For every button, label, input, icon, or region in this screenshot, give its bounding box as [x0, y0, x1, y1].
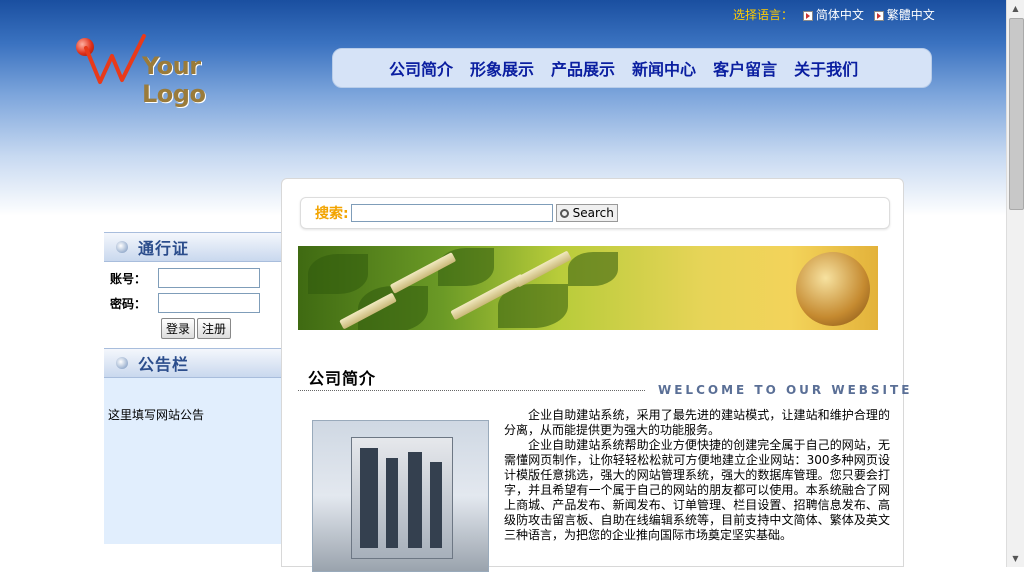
nav-image-showcase[interactable]: 形象展示	[470, 56, 534, 80]
account-label: 账号：	[110, 271, 147, 286]
nav-products[interactable]: 产品展示	[551, 56, 615, 80]
bullet-icon	[116, 357, 128, 369]
nav-guestbook[interactable]: 客户留言	[713, 56, 777, 80]
scroll-up-icon[interactable]: ▲	[1007, 0, 1024, 17]
password-label: 密码：	[110, 296, 147, 311]
welcome-text: WELCOME TO OUR WEBSITE	[658, 383, 913, 397]
notice-panel-title: 公告栏	[138, 355, 190, 374]
language-selector: 选择语言： 简体中文 繁體中文	[733, 6, 935, 23]
company-building-photo	[312, 420, 489, 572]
section-title: 公司简介	[308, 369, 377, 388]
login-panel-header: 通行证	[104, 232, 282, 262]
logo-w-icon	[84, 34, 146, 84]
search-bar: 搜索: Search	[300, 197, 890, 229]
password-input[interactable]	[158, 293, 260, 313]
globe-icon	[796, 252, 870, 326]
scroll-thumb[interactable]	[1009, 18, 1024, 210]
intro-paragraph: 企业自助建站系统，采用了最先进的建站模式，让建站和维护合理的分离，从而能提供更为…	[504, 408, 890, 437]
arrow-icon	[802, 10, 813, 21]
search-input[interactable]	[350, 204, 553, 222]
notice-panel-header: 公告栏	[104, 348, 282, 378]
search-button[interactable]: Search	[555, 204, 618, 222]
nav-about-us[interactable]: 关于我们	[794, 56, 858, 80]
register-button[interactable]: 注册	[197, 318, 232, 339]
login-button[interactable]: 登录	[160, 318, 195, 339]
section-divider	[298, 390, 645, 391]
company-intro-text: 企业自助建站系统，采用了最先进的建站模式，让建站和维护合理的分离，从而能提供更为…	[504, 408, 890, 543]
nav-company-intro[interactable]: 公司简介	[389, 56, 453, 80]
bullet-icon	[116, 241, 128, 253]
banner-image	[298, 246, 878, 330]
vertical-scrollbar[interactable]: ▲ ▼	[1006, 0, 1024, 567]
login-form: 账号： 密码： 登录 注册	[104, 262, 282, 348]
main-nav: 公司简介 形象展示 产品展示 新闻中心 客户留言 关于我们	[332, 48, 932, 88]
left-sidebar: 通行证 账号： 密码： 登录 注册 公告栏 这里填写网站公告	[104, 232, 282, 544]
login-panel-title: 通行证	[138, 239, 190, 258]
notice-text: 这里填写网站公告	[108, 408, 205, 422]
main-content: 搜索: Search 公司简介 WELCOME TO OUR WEBSITE 企…	[281, 178, 909, 572]
scroll-down-icon[interactable]: ▼	[1007, 550, 1024, 567]
logo-text: Your Logo	[142, 52, 206, 108]
intro-paragraph: 企业自助建站系统帮助企业方便快捷的创建完全属于自己的网站，无需懂网页制作，让你轻…	[504, 438, 890, 542]
arrow-icon	[873, 10, 884, 21]
site-logo[interactable]: Your Logo	[76, 34, 256, 108]
notice-body: 这里填写网站公告	[104, 378, 282, 544]
search-icon	[559, 208, 569, 218]
lang-simplified-link[interactable]: 简体中文	[802, 8, 864, 22]
language-label: 选择语言：	[733, 8, 794, 22]
nav-news[interactable]: 新闻中心	[632, 56, 696, 80]
account-input[interactable]	[158, 268, 260, 288]
lang-traditional-link[interactable]: 繁體中文	[873, 8, 935, 22]
search-label: 搜索:	[315, 206, 349, 222]
